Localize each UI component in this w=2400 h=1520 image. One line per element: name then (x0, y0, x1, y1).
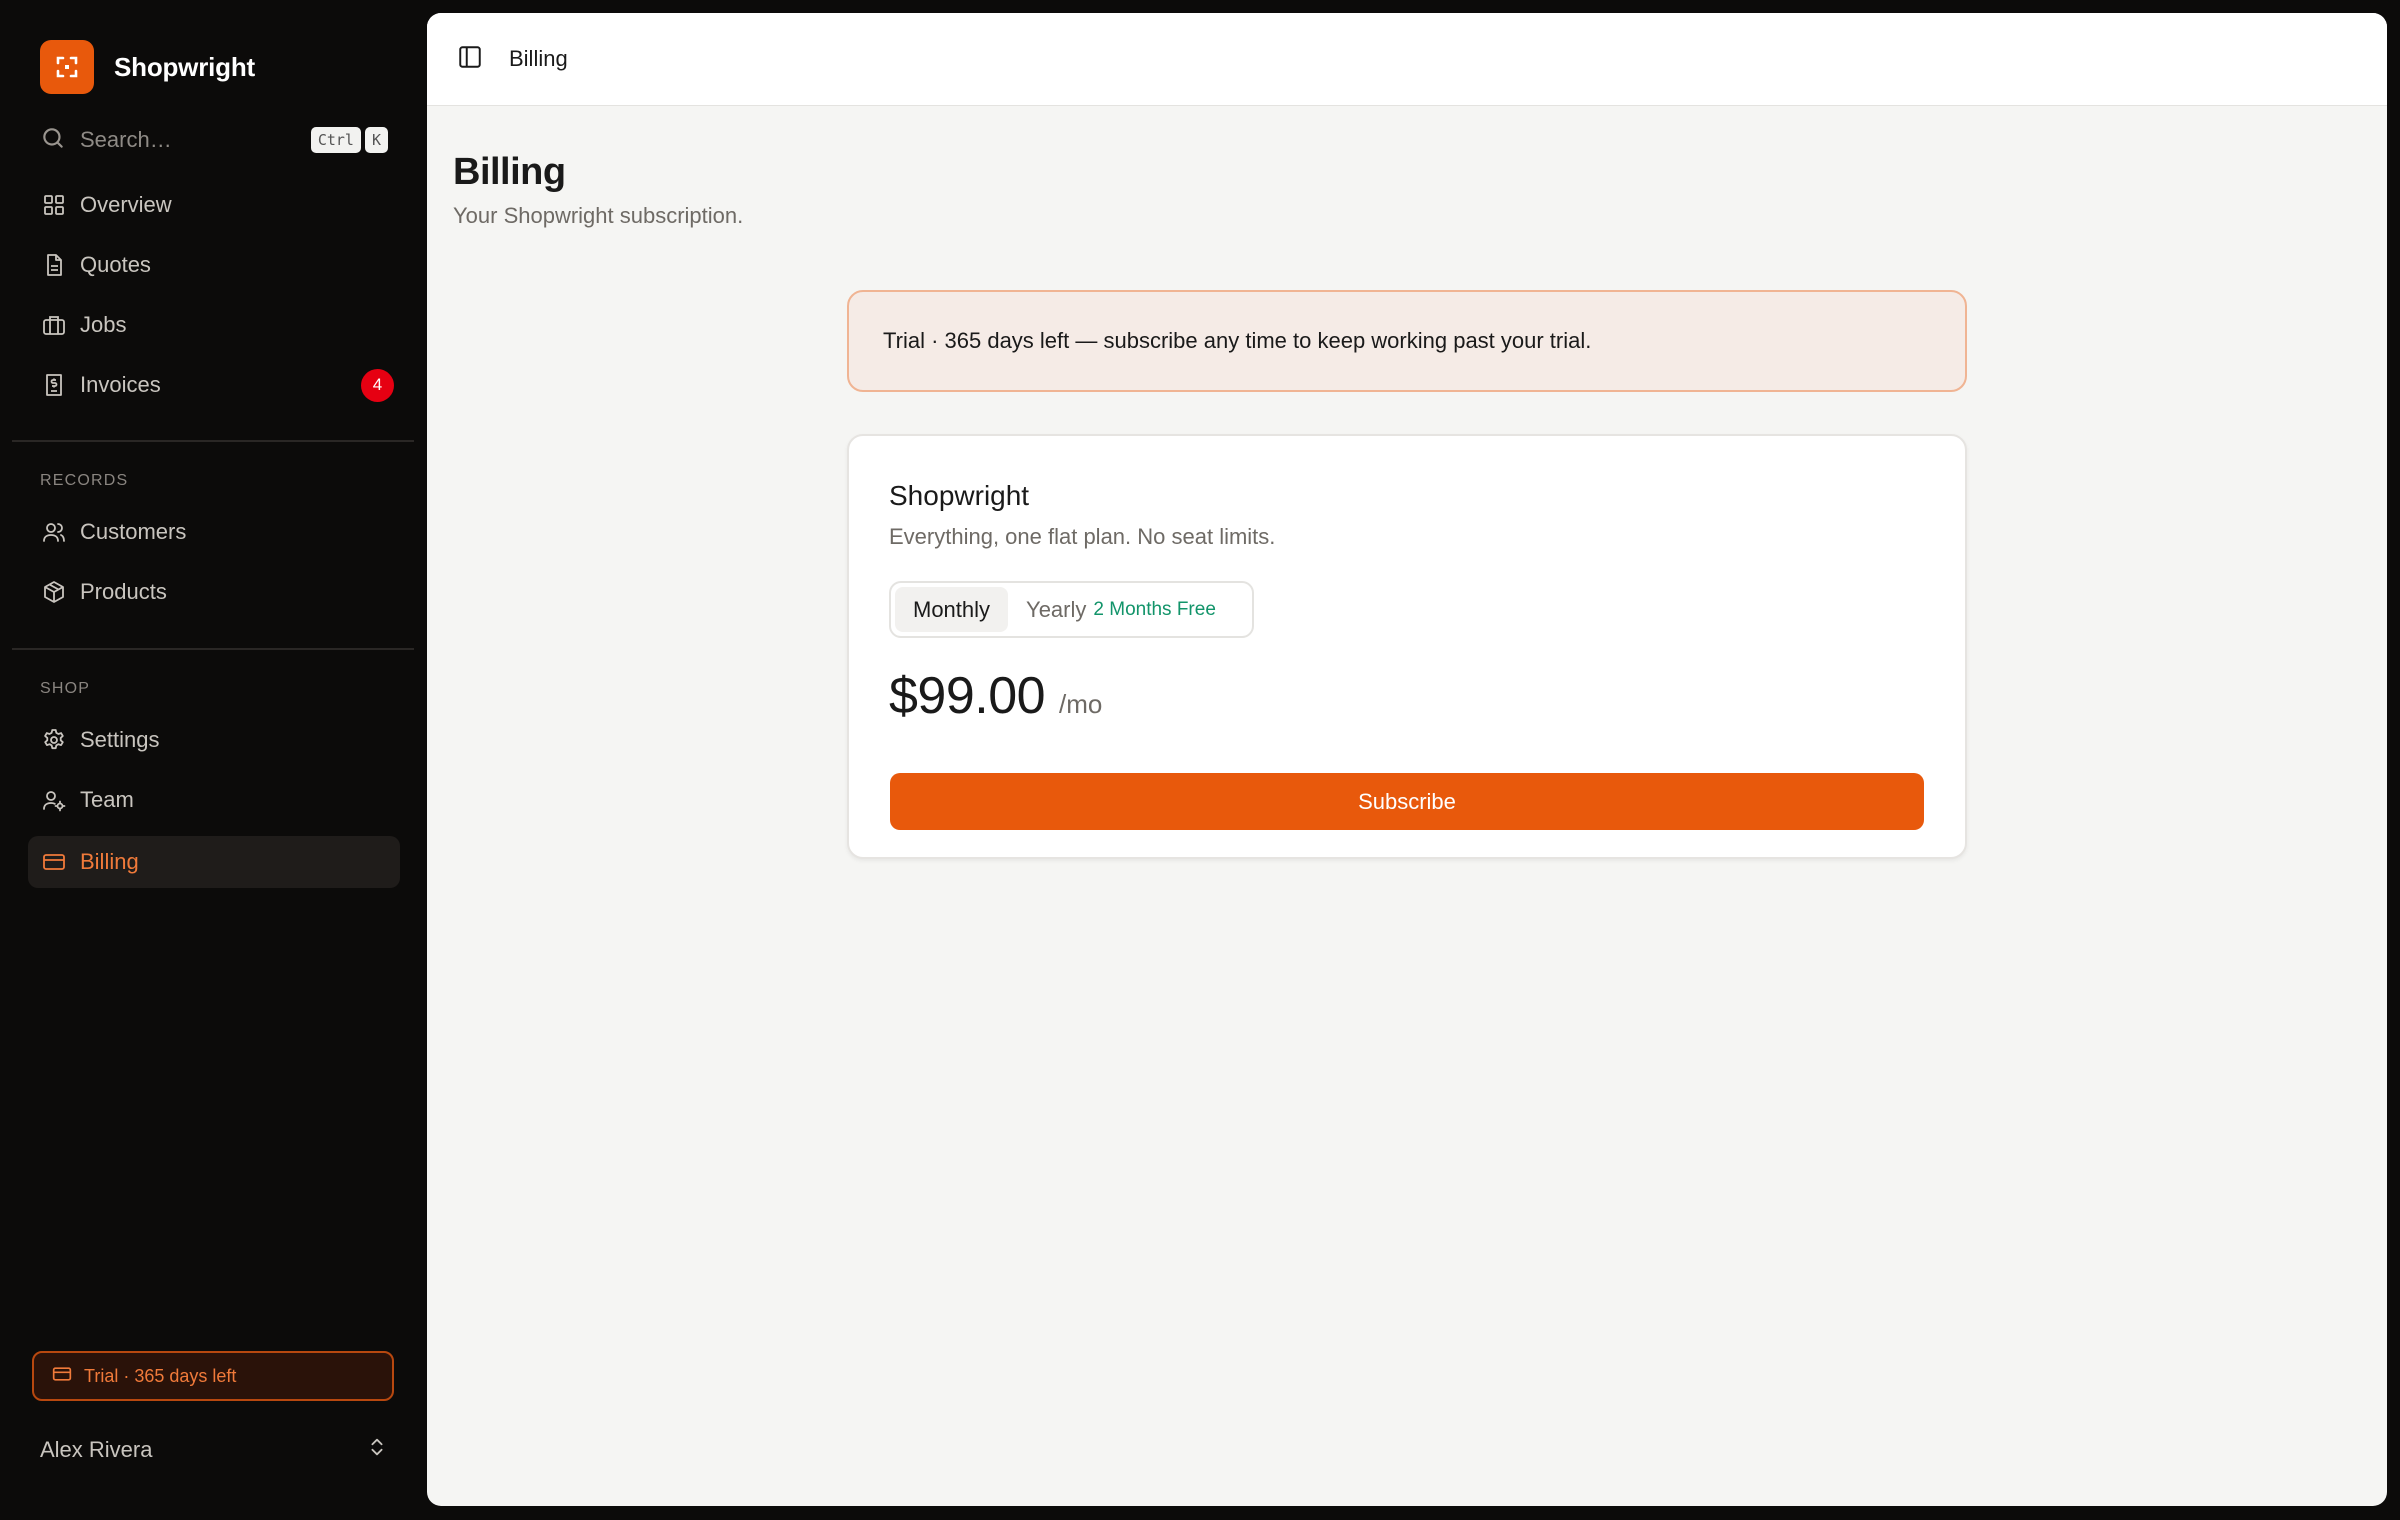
brand[interactable]: Shopwright (40, 40, 255, 94)
plan-card: Shopwright Everything, one flat plan. No… (847, 434, 1967, 859)
sidebar-item-settings[interactable]: Settings (28, 714, 400, 766)
sidebar-item-label: Quotes (80, 252, 151, 277)
section-label-records: RECORDS (40, 472, 129, 489)
grid-icon (40, 191, 68, 219)
page-title: Billing (453, 151, 566, 193)
trial-status-pill[interactable]: Trial · 365 days left (32, 1351, 394, 1401)
invoices-count-badge: 4 (361, 368, 394, 402)
sidebar-item-label: Products (80, 579, 167, 604)
search-icon (40, 125, 66, 156)
sidebar-item-label: Invoices (80, 372, 161, 397)
yearly-promo-label: 2 Months Free (1093, 598, 1216, 620)
toggle-yearly[interactable]: Yearly 2 Months Free (1008, 587, 1234, 632)
sidebar-item-products[interactable]: Products (28, 566, 400, 618)
sidebar-item-jobs[interactable]: Jobs (28, 299, 400, 351)
sidebar-item-label: Jobs (80, 312, 127, 337)
toggle-yearly-label: Yearly (1026, 596, 1087, 622)
sidebar-divider (12, 648, 414, 650)
sidebar: Shopwright Search… Ctrl K Overview Quote… (0, 0, 427, 1520)
page-subtitle: Your Shopwright subscription. (453, 203, 744, 228)
document-icon (40, 251, 68, 279)
toggle-monthly-label: Monthly (913, 596, 991, 622)
gear-icon (40, 726, 68, 754)
sidebar-item-overview[interactable]: Overview (28, 179, 400, 231)
sidebar-item-customers[interactable]: Customers (28, 506, 400, 558)
credit-card-icon (40, 848, 68, 876)
brand-logo-icon (40, 40, 94, 94)
user-menu[interactable]: Alex Rivera (40, 1430, 388, 1470)
main-panel: Billing Billing Your Shopwright subscrip… (427, 13, 2387, 1506)
user-name: Alex Rivera (40, 1437, 153, 1462)
package-icon (40, 578, 68, 606)
price-row: $99.00 /mo (889, 666, 1102, 726)
topbar: Billing (427, 13, 2387, 106)
briefcase-icon (40, 311, 68, 339)
credit-card-icon (52, 1364, 72, 1389)
subscribe-button[interactable]: Subscribe (890, 773, 1924, 830)
sidebar-item-label: Billing (80, 849, 139, 874)
breadcrumb: Billing (509, 46, 568, 71)
user-settings-icon (40, 786, 68, 814)
sidebar-item-invoices[interactable]: Invoices 4 (28, 359, 400, 411)
kbd-k: K (364, 127, 388, 153)
plan-name: Shopwright (889, 480, 1030, 511)
sidebar-item-quotes[interactable]: Quotes (28, 239, 400, 291)
search-placeholder: Search… (80, 127, 172, 152)
sidebar-item-label: Settings (80, 727, 160, 752)
trial-banner-text: Trial · 365 days left — subscribe any ti… (883, 328, 1592, 353)
plan-period: /mo (1059, 689, 1103, 719)
sidebar-item-label: Customers (80, 519, 187, 544)
sidebar-item-billing[interactable]: Billing (28, 836, 400, 888)
sidebar-divider (12, 440, 414, 442)
trial-banner: Trial · 365 days left — subscribe any ti… (847, 290, 1967, 392)
chevron-up-down-icon (366, 1436, 388, 1464)
trial-status-label: Trial · 365 days left (84, 1365, 237, 1386)
toggle-monthly[interactable]: Monthly (895, 587, 1009, 632)
kbd-ctrl: Ctrl (310, 127, 361, 153)
users-icon (40, 518, 68, 546)
plan-price: $99.00 (889, 667, 1046, 725)
sidebar-item-label: Team (80, 787, 134, 812)
plan-description: Everything, one flat plan. No seat limit… (889, 524, 1276, 549)
sidebar-item-label: Overview (80, 192, 172, 217)
search-shortcut: Ctrl K (310, 127, 388, 153)
search-input[interactable]: Search… Ctrl K (40, 120, 388, 160)
section-label-shop: SHOP (40, 680, 91, 697)
brand-name: Shopwright (114, 51, 255, 82)
sidebar-item-team[interactable]: Team (28, 774, 400, 826)
receipt-icon (40, 371, 68, 399)
sidebar-toggle-icon[interactable] (457, 44, 483, 75)
billing-period-toggle: Monthly Yearly 2 Months Free (889, 581, 1254, 638)
